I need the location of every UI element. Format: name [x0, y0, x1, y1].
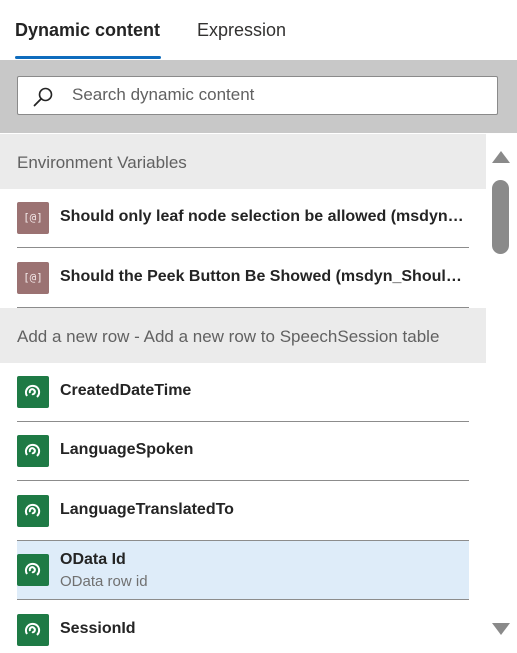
section-title: Environment Variables — [17, 153, 187, 172]
tab-dynamic-content[interactable]: Dynamic content — [15, 20, 160, 41]
list-item-title: LanguageTranslatedTo — [60, 501, 234, 518]
dataverse-icon — [17, 554, 49, 586]
list-item-title: SessionId — [60, 620, 136, 637]
search-input[interactable] — [72, 83, 482, 107]
list-item-leaf-node-selection[interactable]: [@] Should only leaf node selection be a… — [17, 189, 469, 248]
list-item-created-date-time[interactable]: CreatedDateTime — [17, 363, 469, 422]
list-item-peek-button[interactable]: [@] Should the Peek Button Be Showed (ms… — [17, 249, 469, 308]
list-item-title: Should only leaf node selection be allow… — [60, 208, 465, 225]
search-area — [0, 60, 517, 133]
section-header-environment-variables: Environment Variables — [0, 134, 486, 189]
dataverse-icon — [17, 435, 49, 467]
list-item-title: OData Id — [60, 551, 126, 568]
scroll-up-arrow-icon[interactable] — [492, 151, 510, 163]
tab-expression[interactable]: Expression — [197, 20, 286, 41]
environment-variable-icon: [@] — [17, 262, 49, 294]
dataverse-icon — [17, 495, 49, 527]
scroll-down-arrow-icon[interactable] — [492, 623, 510, 635]
scrollbar-thumb[interactable] — [492, 180, 509, 254]
environment-variable-icon: [@] — [17, 202, 49, 234]
section-header-add-new-row: Add a new row - Add a new row to SpeechS… — [0, 308, 486, 363]
dynamic-content-list: Environment Variables [@] Should only le… — [0, 134, 486, 653]
search-box[interactable] — [17, 76, 498, 115]
section-title: Add a new row - Add a new row to SpeechS… — [17, 327, 440, 346]
list-item-language-spoken[interactable]: LanguageSpoken — [17, 422, 469, 481]
search-icon — [33, 87, 53, 107]
dataverse-icon — [17, 614, 49, 646]
dataverse-icon — [17, 376, 49, 408]
list-item-language-translated-to[interactable]: LanguageTranslatedTo — [17, 482, 469, 541]
tab-bar: Dynamic content Expression — [0, 0, 517, 60]
active-tab-indicator — [15, 56, 161, 59]
list-item-title: LanguageSpoken — [60, 441, 194, 458]
list-item-session-id[interactable]: SessionId — [17, 601, 469, 653]
list-item-odata-id[interactable]: OData Id OData row id — [17, 541, 469, 600]
list-item-subtitle: OData row id — [60, 573, 148, 590]
list-item-title: CreatedDateTime — [60, 382, 192, 399]
list-item-title: Should the Peek Button Be Showed (msdyn_… — [60, 268, 465, 285]
